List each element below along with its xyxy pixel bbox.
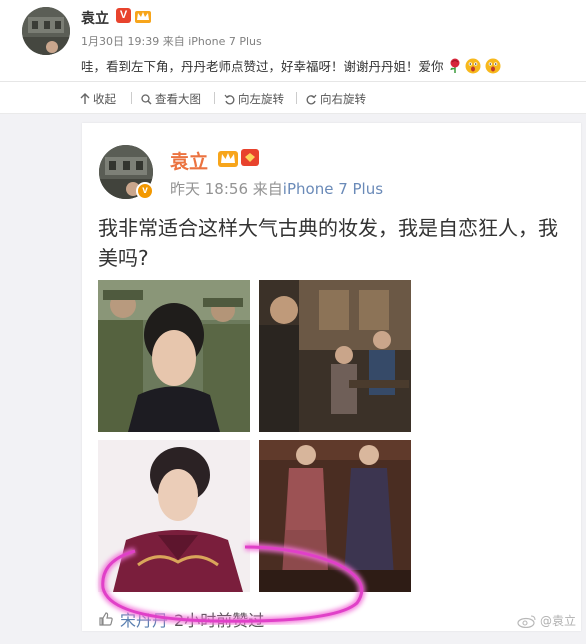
collapse-icon <box>80 93 90 104</box>
like-time: 2小时前赞过 <box>174 611 265 630</box>
watermark: @袁立 <box>517 612 576 629</box>
like-user: 宋丹丹 <box>120 611 169 630</box>
rose-icon <box>450 58 459 73</box>
crown-icon <box>135 11 151 23</box>
photo-interior-scene <box>259 280 411 432</box>
photo-portrait-soldiers <box>98 280 250 432</box>
view-large-label: 查看大图 <box>155 92 201 106</box>
embedded-source: iPhone 7 Plus <box>282 180 384 198</box>
embedded-time: 昨天 18:56 <box>170 180 248 198</box>
divider <box>131 92 132 104</box>
rotate-left-label: 向左旋转 <box>238 92 284 106</box>
avatar[interactable] <box>22 7 70 55</box>
embedded-verified-badge: v <box>136 182 154 200</box>
thumbs-up-icon <box>99 612 113 626</box>
rotate-left-button[interactable]: 向左旋转 <box>224 91 284 107</box>
view-large-button[interactable]: 查看大图 <box>141 91 201 107</box>
collapse-button[interactable]: 收起 <box>80 91 116 107</box>
verified-badge: V <box>116 8 131 23</box>
embedded-post-text: 我非常适合这样大气古典的妆发，我是自恋狂人，我美吗? <box>98 216 558 270</box>
post-date[interactable]: 1月30日 19:39 <box>81 35 159 48</box>
author-name[interactable]: 袁立 <box>81 8 109 28</box>
surprised-face-icon <box>485 58 501 74</box>
post-meta: 1月30日 19:39 来自 iPhone 7 Plus <box>81 33 262 49</box>
embedded-screenshot-image[interactable]: v 袁立 昨天 18:56 来自iPhone 7 Plus 我非常适合这样大气古… <box>82 123 581 631</box>
photo-qipao-closeup <box>98 440 250 592</box>
watermark-text: @袁立 <box>539 614 576 628</box>
divider <box>214 92 215 104</box>
embedded-source-prefix: 来自 <box>252 180 283 198</box>
rotate-right-label: 向右旋转 <box>320 92 366 106</box>
embedded-meta: 昨天 18:56 来自iPhone 7 Plus <box>170 178 383 199</box>
like-row: 宋丹丹 2小时前赞过 <box>98 607 264 631</box>
post-text: 哇，看到左下角，丹丹老师点赞过，好幸福呀！谢谢丹丹姐！爱你 <box>81 56 501 75</box>
surprised-face-icon <box>465 58 481 74</box>
crown-icon <box>218 151 238 167</box>
source-prefix: 来自 <box>162 35 185 48</box>
weibo-icon <box>517 614 536 628</box>
embedded-author-name: 袁立 <box>170 151 209 173</box>
rotate-left-icon <box>224 94 235 104</box>
image-toolbar: 收起 查看大图 向左旋转 向右旋转 <box>0 82 586 114</box>
membership-badge <box>241 149 259 166</box>
rotate-right-icon <box>306 94 317 104</box>
outer-post: 袁立 V 1月30日 19:39 来自 iPhone 7 Plus 哇，看到左下… <box>0 0 586 82</box>
photo-two-women-seated <box>259 440 411 592</box>
collapse-label: 收起 <box>93 92 116 106</box>
rotate-right-button[interactable]: 向右旋转 <box>306 91 366 107</box>
post-source[interactable]: iPhone 7 Plus <box>188 35 262 48</box>
post-text-body: 哇，看到左下角，丹丹老师点赞过，好幸福呀！谢谢丹丹姐！爱你 <box>81 59 444 74</box>
zoom-icon <box>141 93 152 104</box>
divider <box>296 92 297 104</box>
